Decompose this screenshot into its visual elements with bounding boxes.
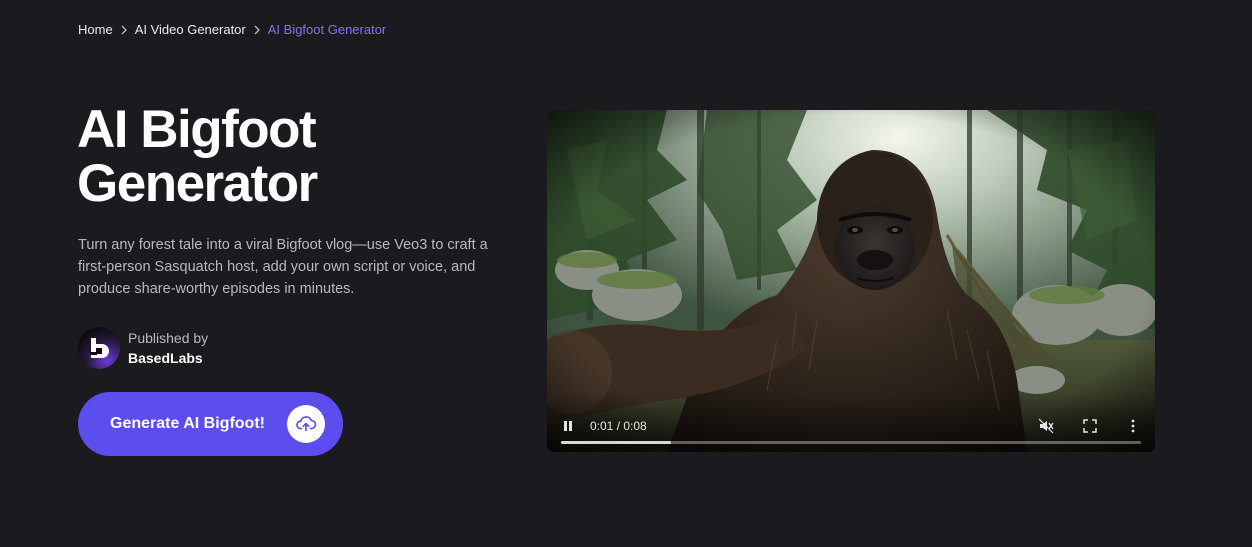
chevron-right-icon [120,25,128,35]
video-time: 0:01 / 0:08 [590,419,647,433]
volume-muted-icon[interactable] [1038,418,1054,434]
cloud-upload-icon [287,405,325,443]
breadcrumb-ai-video-generator[interactable]: AI Video Generator [135,22,246,38]
fullscreen-icon[interactable] [1082,418,1098,434]
publisher-name[interactable]: BasedLabs [128,348,208,368]
video-progress-fill [561,441,672,444]
generate-bigfoot-button[interactable]: Generate AI Bigfoot! [78,392,343,456]
chevron-right-icon [253,25,261,35]
publisher-label: Published by [128,330,209,346]
page-description: Turn any forest tale into a viral Bigfoo… [78,237,488,297]
pause-icon[interactable] [561,419,575,433]
breadcrumb-home[interactable]: Home [78,22,113,38]
video-player[interactable]: 0:01 / 0:08 [547,110,1155,452]
video-controls: 0:01 / 0:08 [547,392,1155,452]
page-title: AI Bigfoot Generator [77,100,318,213]
video-progress-bar[interactable] [561,441,1141,444]
breadcrumb: Home AI Video Generator AI Bigfoot Gener… [78,22,386,38]
publisher-info: Published by BasedLabs [78,327,208,369]
generate-button-label: Generate AI Bigfoot! [110,415,265,432]
basedlabs-logo-icon [78,327,120,369]
breadcrumb-current-page: AI Bigfoot Generator [267,22,387,37]
more-vertical-icon[interactable] [1125,418,1141,434]
